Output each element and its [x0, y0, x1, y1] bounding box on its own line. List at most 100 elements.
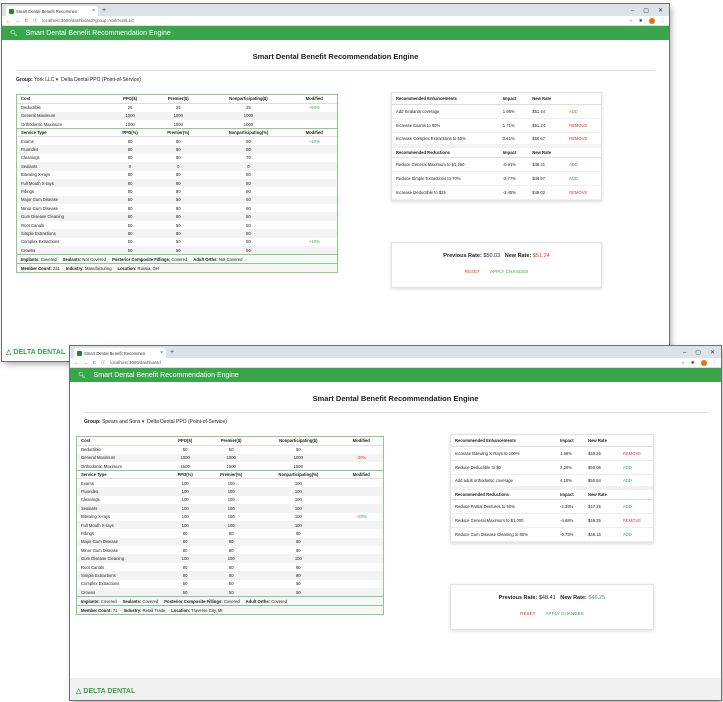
forward-icon[interactable]: →: [83, 360, 87, 365]
table-cell: 80: [246, 188, 251, 194]
table-cell: 100: [257, 520, 340, 530]
table-cell: Crowns: [77, 588, 165, 597]
add-button[interactable]: ADD: [618, 474, 653, 489]
service-row: Sealants 100 100 100: [77, 504, 383, 513]
modified-cell: [292, 171, 337, 179]
remove-button[interactable]: REMOVE: [565, 185, 601, 200]
remove-button[interactable]: REMOVE: [618, 513, 653, 528]
url-field[interactable]: localhost:3000/dashboard: [110, 360, 160, 365]
new-tab-icon[interactable]: +: [170, 348, 174, 358]
table-cell: 50: [151, 246, 206, 255]
table-cell: 50: [205, 246, 292, 255]
add-button[interactable]: ADD: [618, 460, 653, 475]
reload-icon[interactable]: C: [25, 18, 28, 23]
reload-icon[interactable]: C: [93, 360, 96, 365]
app-title: Smart Dental Benefit Recommendation Engi…: [25, 29, 171, 37]
apply-changes-button[interactable]: APPLY CHANGES: [490, 269, 528, 274]
star-icon[interactable]: ☆: [629, 18, 633, 24]
industry-label: Industry:: [123, 607, 142, 613]
service-row: Complex Extractions 50 50 50: [77, 580, 383, 588]
group-select[interactable]: Spears and Sons ▾: [102, 419, 144, 425]
back-icon[interactable]: ←: [6, 18, 10, 23]
remove-button[interactable]: REMOVE: [565, 132, 601, 147]
extensions-icon[interactable]: ✱: [691, 360, 695, 366]
close-tab-icon[interactable]: ×: [160, 350, 163, 356]
table-cell: 80: [257, 537, 340, 547]
remove-button[interactable]: REMOVE: [618, 446, 653, 461]
url-field[interactable]: localhost:3000/dashboard?group=York%20LL…: [42, 18, 134, 23]
table-cell: 1.56%: [556, 446, 585, 461]
modified-cell: [291, 195, 337, 205]
service-row: Exams 100 100 100: [77, 479, 383, 487]
minimize-icon[interactable]: –: [683, 348, 686, 358]
reset-button[interactable]: RESET: [465, 269, 480, 274]
column-header: PPO(%): [109, 128, 152, 138]
industry-value: Retail Trade: [142, 607, 166, 613]
close-tab-icon[interactable]: ×: [92, 8, 95, 14]
add-button[interactable]: ADD: [618, 527, 653, 542]
table-cell: Reduce Gum Disease Cleaning to 80%: [451, 527, 557, 542]
minimize-icon[interactable]: –: [631, 6, 634, 16]
modified-cell: [339, 479, 383, 487]
table-cell: Exams: [21, 138, 34, 144]
table-cell: $50.06: [584, 460, 619, 475]
table-cell: 50: [257, 588, 340, 597]
browser-tab[interactable]: Smart Dental Benefit Recommen ×: [6, 6, 98, 16]
menu-icon[interactable]: ⋮: [713, 360, 717, 366]
location-label: Location:: [117, 265, 137, 271]
table-cell: $51.24: [528, 118, 566, 133]
add-button[interactable]: ADD: [565, 157, 601, 172]
service-row: Bitewing X-rays 80 80 80: [17, 171, 337, 179]
table-cell: 80: [151, 229, 206, 238]
table-cell: 25: [175, 105, 181, 111]
forward-icon[interactable]: →: [15, 18, 19, 23]
previous-rate-label: Previous Rate:: [443, 253, 482, 259]
apply-changes-button[interactable]: APPLY CHANGES: [545, 611, 583, 616]
modified-cell: [339, 529, 383, 537]
recommendations-panel: Recommended Enhancements Impact New Rate I…: [450, 434, 654, 543]
modified-cell: [339, 487, 383, 496]
menu-icon[interactable]: ⋮: [661, 18, 665, 24]
remove-button[interactable]: REMOVE: [565, 118, 601, 133]
extensions-icon[interactable]: ✱: [639, 18, 643, 24]
service-row: Simple Extractions 80 80 80: [17, 229, 337, 238]
table-cell: 80: [246, 138, 251, 144]
modified-cell: [339, 496, 383, 504]
close-window-icon[interactable]: ✕: [710, 348, 715, 358]
table-cell: Gum Disease Cleaning: [77, 554, 165, 563]
table-cell: $49.26: [584, 446, 619, 461]
table-cell: 50: [109, 195, 152, 205]
reset-button[interactable]: RESET: [520, 611, 535, 616]
service-row: Fluorides 80 80 80: [17, 145, 337, 154]
member-count-value: 231: [52, 265, 60, 271]
star-icon[interactable]: ☆: [681, 360, 685, 366]
table-cell: Increase Complex Extractions to 50%: [392, 132, 499, 147]
app-header: 🔍︎ Smart Dental Benefit Recommendation E…: [70, 368, 721, 382]
new-tab-icon[interactable]: +: [102, 6, 106, 16]
add-button[interactable]: ADD: [618, 499, 653, 514]
maximize-icon[interactable]: ▢: [643, 6, 649, 16]
table-cell: 80: [257, 571, 340, 580]
table-cell: Full Mouth X-rays: [77, 520, 165, 530]
table-cell: 80: [295, 530, 301, 536]
table-cell: $48.31: [528, 157, 566, 172]
table-cell: 80: [205, 178, 292, 188]
table-cell: 80: [165, 537, 206, 547]
group-select[interactable]: York LLC ▾: [34, 77, 58, 83]
reductions-header: Recommended Reductions Impact New Rate: [451, 486, 653, 500]
table-cell: 50: [175, 239, 181, 245]
search-icon[interactable]: 🔍︎: [10, 30, 18, 37]
profile-avatar[interactable]: [648, 17, 655, 24]
table-cell: 1000: [165, 453, 206, 463]
back-icon[interactable]: ←: [74, 360, 78, 365]
search-icon[interactable]: 🔍︎: [78, 372, 86, 379]
close-window-icon[interactable]: ✕: [658, 6, 663, 16]
table-cell: 50: [295, 447, 301, 453]
browser-tab[interactable]: Smart Dental Benefit Recommen ×: [74, 348, 166, 358]
table-cell: 50: [205, 588, 258, 597]
table-cell: $47.25: [584, 499, 619, 514]
add-button[interactable]: ADD: [565, 104, 601, 119]
maximize-icon[interactable]: ▢: [695, 348, 701, 358]
profile-avatar[interactable]: [700, 359, 707, 366]
add-button[interactable]: ADD: [565, 171, 601, 186]
